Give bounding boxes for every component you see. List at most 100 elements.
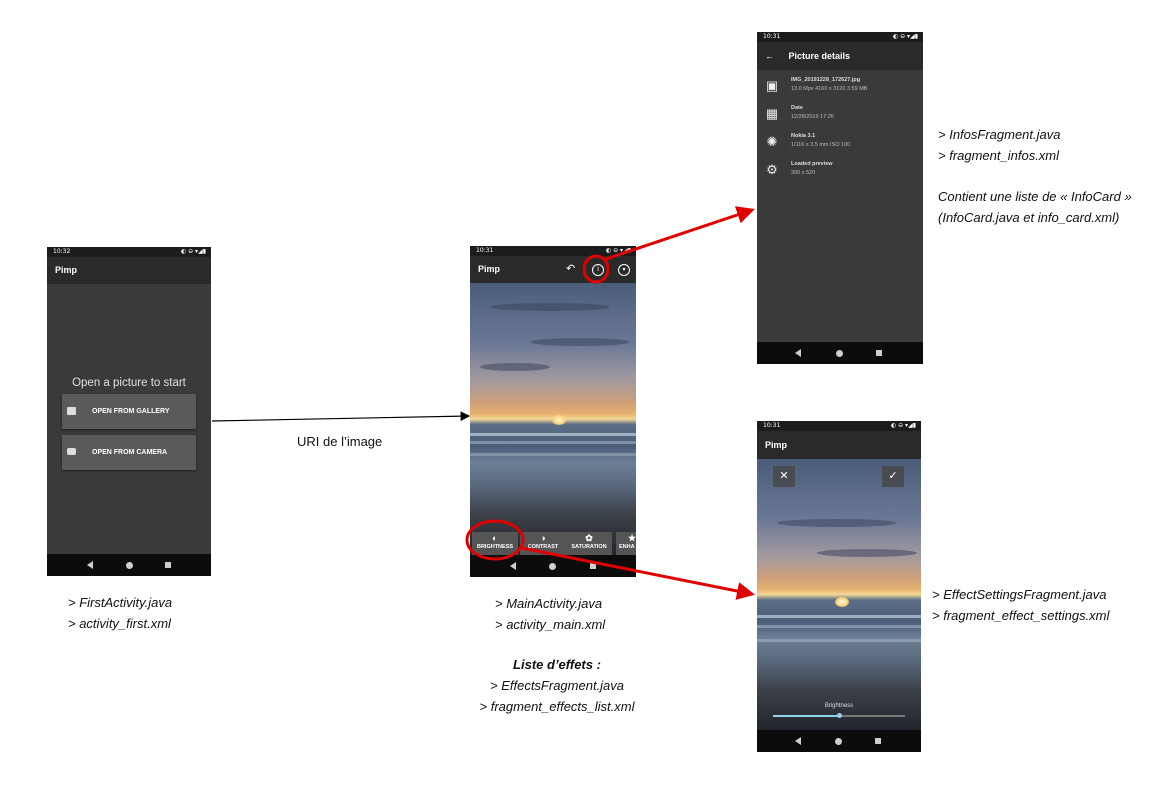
recent-apps-icon[interactable]: [875, 738, 881, 744]
slider-label: Brightness: [824, 703, 854, 709]
effect-label: SATURATION: [571, 544, 607, 550]
status-icons: ◐ ⊖ ▾◢▮: [180, 248, 206, 255]
note-line: (InfoCard.java et info_card.xml): [938, 210, 1120, 225]
camera-icon: [67, 448, 76, 455]
effect-label: CONTRAST: [527, 544, 559, 550]
infocard-notes: Contient une liste de « InfoCard » (Info…: [938, 186, 1132, 228]
effect-saturation[interactable]: ✿ SATURATION: [566, 532, 612, 555]
note-line: > fragment_effects_list.xml: [479, 699, 635, 714]
image-icon: ▣: [765, 78, 779, 93]
page-title: Picture details: [788, 51, 851, 61]
app-title: Pimp: [55, 265, 78, 275]
nav-bar: [757, 730, 921, 752]
note-line: Contient une liste de « InfoCard »: [938, 189, 1132, 204]
effects-heading: Liste d’effets :: [513, 657, 601, 672]
calendar-icon: ▦: [765, 106, 779, 121]
info-card: ⚙ Loaded preview 390 x 520: [757, 158, 923, 186]
main-activity-notes: > MainActivity.java > activity_main.xml: [495, 593, 605, 635]
effect-settings-screen: 10:31 ◐ ⊖ ▾◢▮ Pimp ✕ ✓ Brightness: [757, 421, 921, 752]
picture-details-screen: 10:31 ◐ ⊖ ▾◢▮ ← Picture details ▣ IMG_20…: [757, 32, 923, 364]
info-title: IMG_20191228_172627.jpg: [791, 77, 861, 83]
info-value: 390 x 520: [791, 170, 816, 176]
recent-apps-icon[interactable]: [590, 563, 596, 569]
contrast-icon: ◑: [540, 533, 546, 543]
home-icon[interactable]: [126, 562, 133, 569]
back-icon[interactable]: [795, 349, 801, 357]
status-time: 10:31: [763, 422, 781, 429]
cancel-button[interactable]: ✕: [773, 466, 795, 487]
recent-apps-icon[interactable]: [876, 350, 882, 356]
back-arrow-icon[interactable]: ←: [765, 51, 774, 61]
status-time: 10:31: [476, 247, 494, 254]
camera-button-label: OPEN FROM CAMERA: [92, 449, 168, 456]
effect-enhance[interactable]: ★ ENHA: [616, 532, 636, 555]
info-icon[interactable]: i: [592, 264, 604, 276]
back-icon[interactable]: [795, 737, 801, 745]
recent-apps-icon[interactable]: [165, 562, 171, 568]
open-camera-button[interactable]: OPEN FROM CAMERA: [62, 435, 196, 470]
app-bar: Pimp ↶ i ▾: [470, 256, 636, 283]
effect-contrast[interactable]: ◑ CONTRAST: [520, 532, 566, 555]
nav-bar: [757, 342, 923, 364]
home-icon[interactable]: [549, 563, 556, 570]
sun: [552, 415, 566, 425]
slider-fill: [773, 715, 839, 717]
palette-icon: ✿: [585, 533, 593, 543]
app-bar: Pimp: [757, 431, 921, 459]
uri-arrow: [211, 411, 471, 422]
sun: [835, 597, 849, 607]
gear-icon: ⚙: [766, 162, 778, 177]
effect-brightness[interactable]: ◐ BRIGHTNESS: [472, 532, 518, 555]
status-bar: 10:31 ◐ ⊖ ▾◢▮: [757, 32, 923, 42]
photo-preview: [757, 459, 921, 730]
effect-label: BRIGHTNESS: [476, 544, 514, 550]
home-icon[interactable]: [835, 738, 842, 745]
status-icons: ◐ ⊖ ▾◢▮: [890, 422, 916, 429]
confirm-button[interactable]: ✓: [882, 466, 904, 487]
open-gallery-button[interactable]: OPEN FROM GALLERY: [62, 394, 196, 429]
app-title: Pimp: [765, 440, 788, 450]
back-icon[interactable]: [510, 562, 516, 570]
info-value: 1/116 s 3.5 mm ISO 100: [791, 142, 851, 148]
undo-icon[interactable]: ↶: [566, 256, 575, 283]
info-value: 13.0 Mpx 4160 x 3120 3.59 MB: [791, 86, 868, 92]
status-icons: ◐ ⊖ ▾◢▮: [605, 247, 631, 254]
status-time: 10:32: [53, 248, 71, 255]
back-icon[interactable]: [87, 561, 93, 569]
status-time: 10:31: [763, 33, 781, 40]
info-card: ✺ Nokia 3.1 1/116 s 3.5 mm ISO 100: [757, 130, 923, 158]
status-bar: 10:31 ◐ ⊖ ▾◢▮: [470, 246, 636, 256]
app-bar: ← Picture details: [757, 42, 923, 70]
effects-list-notes: Liste d’effets : > EffectsFragment.java …: [470, 654, 644, 717]
info-card: ▦ Date 12/28/2019 17:26: [757, 102, 923, 130]
open-prompt: Open a picture to start: [72, 377, 186, 389]
note-line: > fragment_effect_settings.xml: [932, 608, 1110, 623]
dropdown-icon[interactable]: ▾: [618, 264, 630, 276]
star-icon: ★: [628, 533, 636, 543]
slider-thumb[interactable]: [837, 713, 842, 718]
note-line: > InfosFragment.java: [938, 127, 1061, 142]
note-line: > activity_main.xml: [495, 617, 606, 632]
info-value: 12/28/2019 17:26: [791, 114, 834, 120]
info-card: ▣ IMG_20191228_172627.jpg 13.0 Mpx 4160 …: [757, 74, 923, 102]
check-icon: ✓: [888, 470, 898, 482]
note-line: > fragment_infos.xml: [938, 148, 1060, 163]
first-activity-notes: > FirstActivity.java > activity_first.xm…: [68, 592, 172, 634]
gallery-icon: [67, 407, 76, 415]
note-line: > EffectsFragment.java: [489, 678, 625, 693]
status-icons: ◐ ⊖ ▾◢▮: [892, 33, 918, 40]
note-line: > MainActivity.java: [495, 596, 603, 611]
info-title: Date: [791, 105, 803, 111]
info-title: Loaded preview: [791, 161, 833, 167]
brightness-slider[interactable]: [773, 713, 905, 718]
nav-bar: [470, 555, 636, 577]
close-icon: ✕: [779, 470, 789, 482]
note-line: > FirstActivity.java: [68, 595, 173, 610]
app-bar: Pimp: [47, 257, 211, 284]
home-icon[interactable]: [836, 350, 843, 357]
photo-preview: [470, 283, 636, 555]
status-bar: 10:31 ◐ ⊖ ▾◢▮: [757, 421, 921, 431]
note-line: > activity_first.xml: [68, 616, 171, 631]
uri-arrow-label: URI de l’image: [297, 434, 383, 449]
brightness-icon: ◐: [492, 533, 498, 543]
